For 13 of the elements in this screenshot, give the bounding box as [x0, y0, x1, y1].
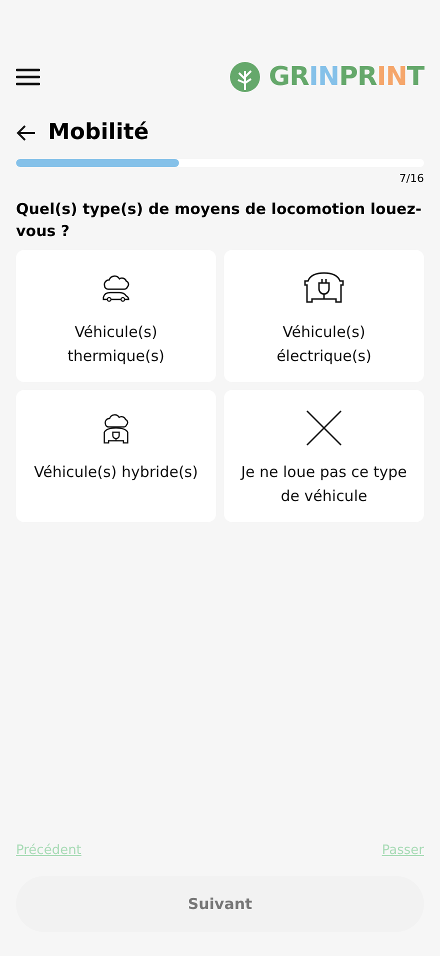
menu-icon[interactable]: [16, 68, 40, 86]
option-card[interactable]: Véhicule(s) hybride(s): [16, 390, 216, 522]
cross-icon: [306, 410, 342, 446]
question-text: Quel(s) type(s) de moyens de locomotion louez-vous ?: [16, 198, 423, 242]
brand-logo: GRINPRINT: [268, 60, 424, 94]
option-card[interactable]: Véhicule(s) électrique(s): [224, 250, 424, 382]
car-plug-icon: [303, 270, 345, 304]
back-arrow-icon[interactable]: [16, 124, 36, 142]
page-title: Mobilité: [48, 119, 149, 147]
progress-count: 7/16: [399, 171, 424, 187]
tree-logo-icon: [228, 61, 261, 93]
option-card[interactable]: Je ne loue pas ce type de véhicule: [224, 390, 424, 522]
option-card[interactable]: Véhicule(s) thermique(s): [16, 250, 216, 382]
